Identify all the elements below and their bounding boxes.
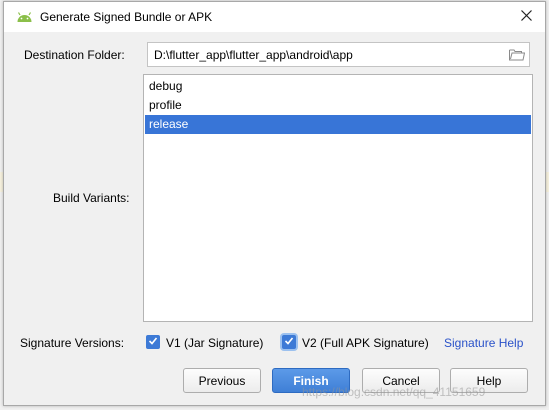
list-item-release[interactable]: release	[145, 115, 531, 134]
v2-checkbox[interactable]	[282, 335, 296, 349]
list-item-debug[interactable]: debug	[145, 77, 531, 96]
v1-checkbox[interactable]	[146, 335, 160, 349]
build-variants-list[interactable]: debug profile release	[143, 74, 533, 322]
android-icon	[16, 10, 33, 23]
signature-versions-label: Signature Versions:	[20, 336, 125, 350]
checkmark-icon	[284, 335, 294, 349]
title-bar: Generate Signed Bundle or APK	[4, 2, 545, 32]
close-button[interactable]	[509, 4, 543, 30]
signed-bundle-dialog: Generate Signed Bundle or APK Destinatio…	[3, 1, 546, 406]
checkmark-icon	[148, 335, 158, 349]
folder-icon[interactable]	[509, 48, 526, 61]
v1-checkbox-label[interactable]: V1 (Jar Signature)	[166, 336, 263, 350]
dialog-title: Generate Signed Bundle or APK	[40, 10, 213, 24]
destination-folder-label: Destination Folder:	[24, 48, 125, 62]
list-item-profile[interactable]: profile	[145, 96, 531, 115]
destination-folder-value: D:\flutter_app\flutter_app\android\app	[154, 48, 353, 62]
signature-help-link[interactable]: Signature Help	[444, 336, 523, 350]
v2-checkbox-label[interactable]: V2 (Full APK Signature)	[302, 336, 429, 350]
cancel-button[interactable]: Cancel	[362, 368, 440, 393]
build-variants-label: Build Variants:	[53, 191, 130, 205]
help-button[interactable]: Help	[450, 368, 528, 393]
close-icon	[520, 10, 532, 24]
previous-button[interactable]: Previous	[183, 368, 261, 393]
finish-button[interactable]: Finish	[272, 368, 350, 393]
destination-folder-field[interactable]: D:\flutter_app\flutter_app\android\app	[147, 42, 530, 67]
